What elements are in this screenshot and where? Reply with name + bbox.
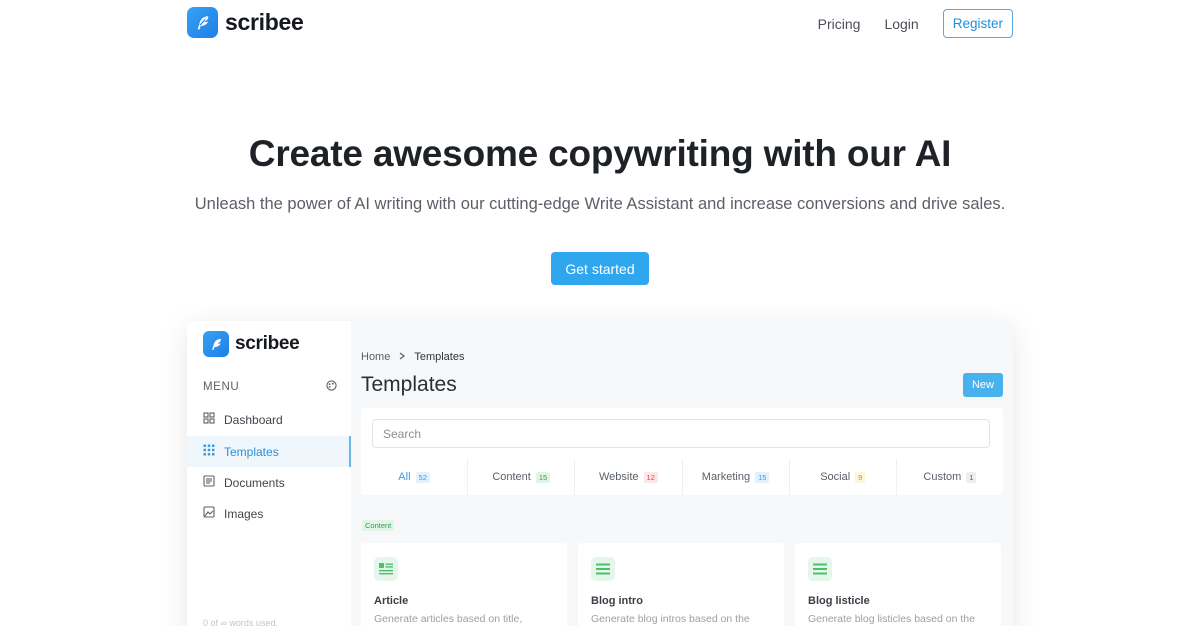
sidebar-item-images[interactable]: Images bbox=[187, 498, 351, 529]
nav-login-link[interactable]: Login bbox=[884, 16, 918, 32]
tab-marketing[interactable]: Marketing 15 bbox=[683, 459, 790, 495]
sidebar-item-label: Dashboard bbox=[224, 412, 283, 427]
search-input[interactable]: Search bbox=[372, 419, 990, 448]
get-started-button[interactable]: Get started bbox=[551, 252, 649, 285]
tab-all[interactable]: All 52 bbox=[361, 459, 469, 495]
register-button[interactable]: Register bbox=[942, 9, 1013, 38]
tab-website[interactable]: Website 12 bbox=[575, 459, 683, 495]
chevron-right-icon bbox=[398, 351, 406, 363]
nav-links: Pricing Login Register bbox=[818, 9, 1013, 38]
brand-logo[interactable]: scribee bbox=[187, 7, 304, 38]
tab-label: Content bbox=[492, 471, 531, 483]
tab-social[interactable]: Social 9 bbox=[790, 459, 897, 495]
tab-label: Website bbox=[598, 471, 639, 483]
dots-grid-icon bbox=[203, 444, 215, 459]
template-card-article[interactable]: Article Generate articles based on title… bbox=[361, 543, 567, 626]
card-title: Article bbox=[374, 595, 409, 607]
hero-title: Create awesome copywriting with our AI bbox=[248, 133, 952, 174]
count-badge: 9 bbox=[855, 471, 866, 483]
count-badge: 15 bbox=[535, 471, 551, 483]
new-template-button[interactable]: New bbox=[963, 373, 1003, 397]
breadcrumb-current: Templates bbox=[414, 351, 465, 363]
image-icon bbox=[203, 506, 215, 521]
sidebar-item-label: Images bbox=[224, 506, 264, 521]
app-preview: scribee MENU Dashboard Templates Documen… bbox=[187, 321, 1013, 626]
breadcrumb: Home Templates bbox=[361, 351, 464, 363]
sidebar-item-templates[interactable]: Templates bbox=[187, 436, 351, 467]
card-description: Generate blog listicles based on the bbox=[808, 613, 975, 625]
tab-custom[interactable]: Custom 1 bbox=[897, 459, 1003, 495]
top-navbar: scribee Pricing Login Register bbox=[0, 0, 1200, 46]
tab-label: Social bbox=[820, 471, 851, 483]
sidebar-brand-name: scribee bbox=[235, 333, 300, 354]
article-icon bbox=[374, 557, 398, 581]
sidebar-brand[interactable]: scribee bbox=[203, 331, 300, 357]
template-card-blog-intro[interactable]: Blog intro Generate blog intros based on… bbox=[578, 543, 784, 626]
sidebar-item-label: Documents bbox=[224, 475, 285, 490]
card-description: Generate blog intros based on the bbox=[591, 613, 750, 625]
document-icon bbox=[203, 475, 215, 490]
template-card-blog-listicle[interactable]: Blog listicle Generate blog listicles ba… bbox=[795, 543, 1001, 626]
palette-icon[interactable] bbox=[326, 380, 337, 394]
menu-heading-label: MENU bbox=[203, 381, 240, 393]
card-description: Generate articles based on title, bbox=[374, 613, 523, 625]
sidebar-item-documents[interactable]: Documents bbox=[187, 467, 351, 498]
main-content: Home Templates Templates New Search All … bbox=[351, 321, 1013, 626]
word-usage: 0 of ∞ words used. bbox=[203, 618, 278, 626]
tab-label: All bbox=[398, 471, 411, 483]
hero-subtitle: Unleash the power of AI writing with our… bbox=[194, 195, 1006, 213]
nav-pricing-link[interactable]: Pricing bbox=[818, 16, 861, 32]
brand-name: scribee bbox=[225, 9, 304, 35]
page-title: Templates bbox=[361, 373, 457, 396]
feather-icon bbox=[187, 7, 218, 38]
filter-panel: Search All 52 Content 15 Website 12 Mark… bbox=[361, 408, 1003, 495]
sidebar-item-label: Templates bbox=[224, 444, 279, 459]
section-label-content: Content bbox=[362, 520, 395, 531]
tab-label: Custom bbox=[923, 471, 962, 483]
lines-icon bbox=[808, 557, 832, 581]
feather-icon bbox=[203, 331, 229, 357]
count-badge: 1 bbox=[966, 471, 977, 483]
card-title: Blog intro bbox=[591, 595, 643, 607]
lines-icon bbox=[591, 557, 615, 581]
menu-heading: MENU bbox=[203, 380, 337, 394]
sidebar-item-dashboard[interactable]: Dashboard bbox=[187, 404, 351, 435]
count-badge: 12 bbox=[643, 471, 658, 483]
tab-content[interactable]: Content 15 bbox=[468, 459, 576, 495]
breadcrumb-home[interactable]: Home bbox=[361, 351, 390, 363]
count-badge: 52 bbox=[415, 471, 430, 483]
count-badge: 15 bbox=[755, 471, 770, 483]
grid-icon bbox=[203, 412, 215, 427]
tab-label: Marketing bbox=[701, 471, 751, 483]
card-title: Blog listicle bbox=[808, 595, 870, 607]
sidebar: scribee MENU Dashboard Templates Documen… bbox=[187, 321, 351, 626]
category-tabs: All 52 Content 15 Website 12 Marketing 1… bbox=[361, 459, 1003, 495]
